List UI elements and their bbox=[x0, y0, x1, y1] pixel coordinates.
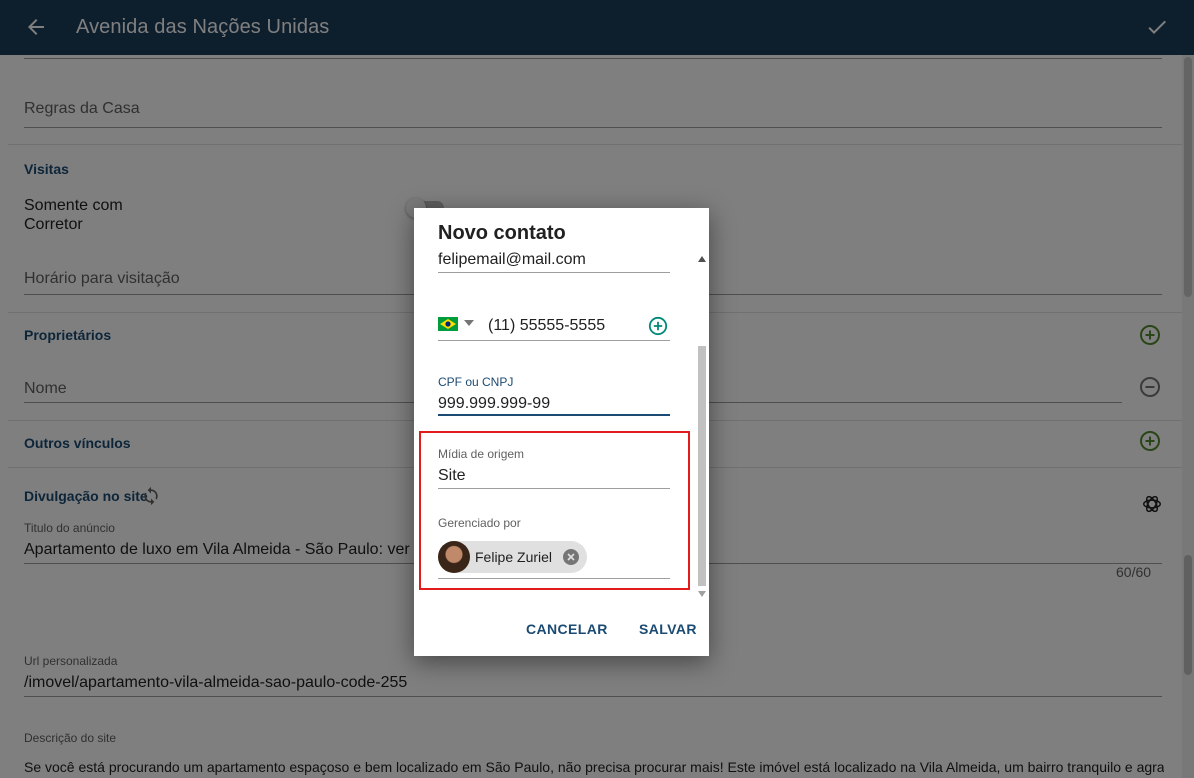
phone-input[interactable]: (11) 55555-5555 bbox=[488, 317, 605, 335]
phone-underline bbox=[438, 340, 670, 341]
email-underline bbox=[438, 272, 670, 273]
dialog-scrollbar[interactable] bbox=[695, 248, 709, 601]
scroll-down-icon[interactable] bbox=[698, 591, 706, 597]
dialog-title: Novo contato bbox=[438, 222, 566, 244]
dialog-scrollbar-thumb[interactable] bbox=[698, 346, 706, 586]
brazil-flag-icon[interactable] bbox=[438, 317, 458, 331]
add-phone-icon[interactable] bbox=[648, 316, 668, 336]
chevron-down-icon[interactable] bbox=[464, 320, 474, 326]
highlight-box bbox=[419, 431, 690, 590]
cancel-button[interactable]: CANCELAR bbox=[526, 621, 608, 637]
email-input[interactable]: felipemail@mail.com bbox=[438, 251, 586, 269]
scroll-up-icon[interactable] bbox=[698, 256, 706, 262]
cpf-input[interactable]: 999.999.999-99 bbox=[438, 395, 550, 413]
dialog-actions: CANCELAR SALVAR bbox=[414, 601, 709, 656]
cpf-underline-focused bbox=[438, 414, 670, 416]
new-contact-dialog: Novo contato felipemail@mail.com (11) 55… bbox=[414, 208, 709, 656]
save-button[interactable]: SALVAR bbox=[639, 621, 697, 637]
cpf-label: CPF ou CNPJ bbox=[438, 375, 514, 389]
